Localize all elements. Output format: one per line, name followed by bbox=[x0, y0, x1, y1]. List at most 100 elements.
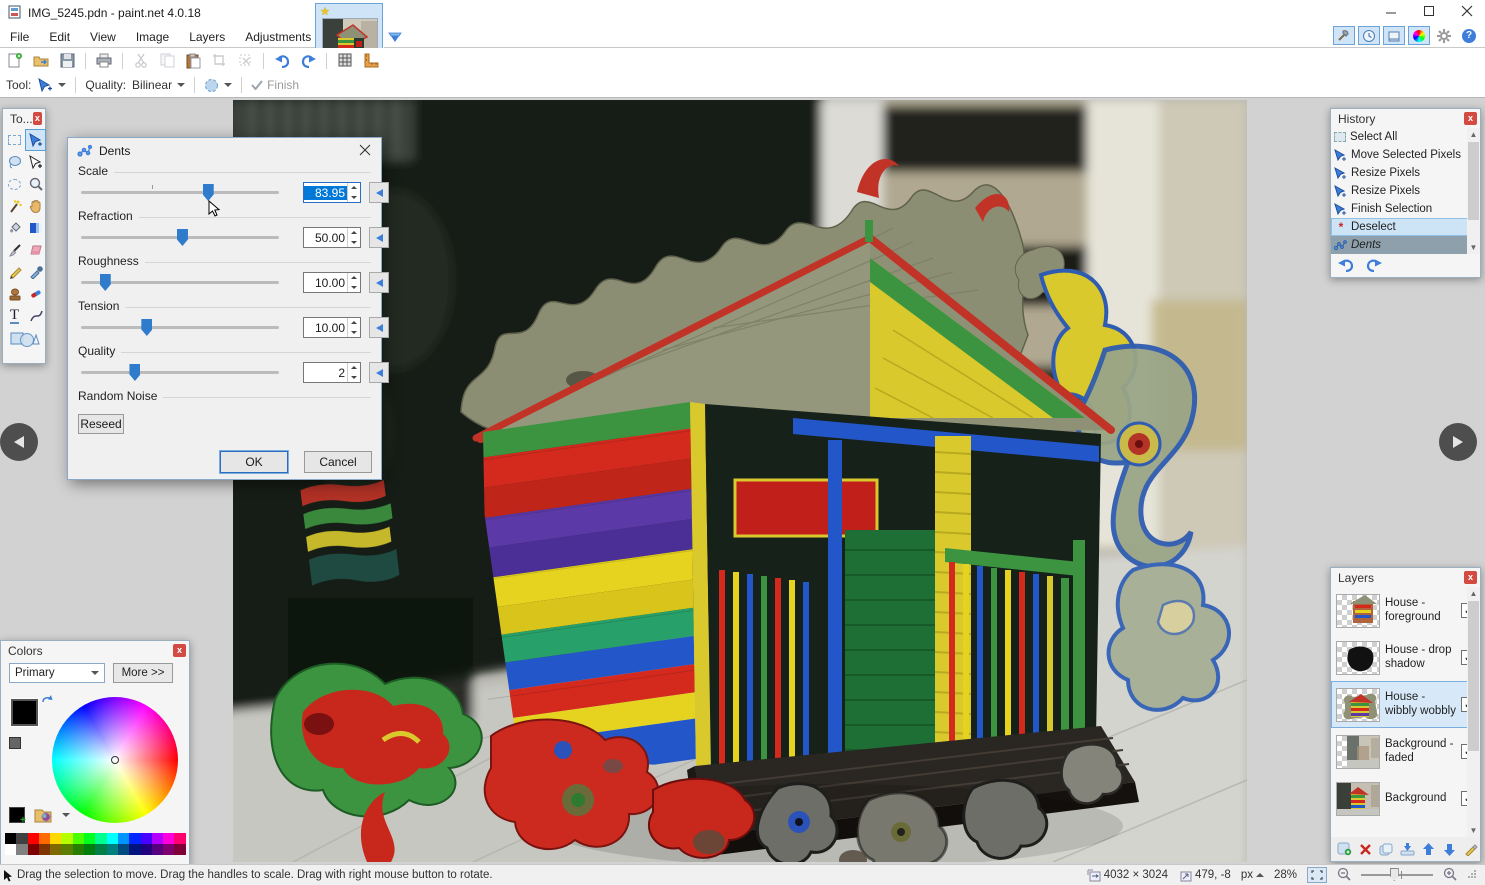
close-button[interactable] bbox=[1461, 4, 1473, 22]
palette-swatch[interactable] bbox=[5, 844, 16, 855]
tool-zoom[interactable] bbox=[25, 173, 46, 195]
tension-reset-button[interactable] bbox=[369, 317, 389, 338]
layer-row-house-drop-shadow[interactable]: House - drop shadow ✓ bbox=[1331, 634, 1480, 681]
tool-move-selection[interactable] bbox=[25, 151, 46, 173]
tool-paintbrush[interactable] bbox=[4, 239, 25, 261]
help-icon[interactable]: ? bbox=[1458, 26, 1480, 45]
palette-swatch[interactable] bbox=[61, 833, 72, 844]
layer-row-background-faded[interactable]: Background - faded ✓ bbox=[1331, 728, 1480, 775]
palette-swatch[interactable] bbox=[129, 833, 140, 844]
reseed-button[interactable]: Reseed bbox=[78, 414, 124, 434]
primary-color-swatch[interactable] bbox=[11, 699, 38, 726]
maximize-button[interactable] bbox=[1423, 4, 1435, 22]
layers-close-icon[interactable]: x bbox=[1464, 571, 1477, 584]
tool-lasso-select[interactable] bbox=[4, 151, 25, 173]
add-layer-icon[interactable] bbox=[1336, 841, 1353, 858]
color-mode-select[interactable]: Primary bbox=[9, 663, 105, 683]
history-item[interactable]: Select All bbox=[1331, 128, 1480, 146]
finish-button[interactable]: Finish bbox=[251, 78, 299, 92]
save-icon[interactable] bbox=[56, 51, 78, 71]
palette-swatch[interactable] bbox=[118, 844, 129, 855]
palette-swatch[interactable] bbox=[28, 844, 39, 855]
new-icon[interactable] bbox=[4, 51, 26, 71]
layer-row-background[interactable]: Background ✓ bbox=[1331, 775, 1480, 822]
tool-clone-stamp[interactable] bbox=[4, 283, 25, 305]
tool-text[interactable]: T bbox=[4, 305, 25, 327]
print-icon[interactable] bbox=[93, 51, 115, 71]
crop-to-selection-icon[interactable] bbox=[208, 51, 230, 71]
cut-icon[interactable] bbox=[130, 51, 152, 71]
zoom-fit-button[interactable] bbox=[1307, 867, 1327, 883]
layer-row-house-wibbly-wobbly[interactable]: House - wibbly wobbly ✓ bbox=[1331, 681, 1480, 728]
pixel-grid-icon[interactable] bbox=[334, 51, 356, 71]
cancel-button[interactable]: Cancel bbox=[304, 451, 372, 473]
menu-image[interactable]: Image bbox=[126, 27, 179, 47]
palette-swatch[interactable] bbox=[28, 833, 39, 844]
canvas-image[interactable] bbox=[233, 100, 1247, 862]
copy-icon[interactable] bbox=[156, 51, 178, 71]
color-wheel[interactable] bbox=[52, 697, 178, 823]
roughness-slider[interactable] bbox=[81, 281, 279, 284]
move-layer-down-icon[interactable] bbox=[1441, 841, 1458, 858]
zoom-slider[interactable] bbox=[1361, 874, 1433, 876]
palette-swatch[interactable] bbox=[16, 833, 27, 844]
palette-swatch[interactable] bbox=[174, 833, 185, 844]
scroll-down-icon[interactable]: ▼ bbox=[1467, 824, 1480, 837]
colors-close-icon[interactable]: x bbox=[173, 644, 186, 657]
zoom-out-icon[interactable] bbox=[1337, 867, 1351, 884]
quality-reset-button[interactable] bbox=[369, 362, 389, 383]
resize-grip-icon[interactable] bbox=[1467, 869, 1477, 882]
minimize-button[interactable] bbox=[1385, 4, 1397, 22]
undo-icon[interactable] bbox=[271, 51, 293, 71]
refraction-spinner[interactable] bbox=[347, 228, 360, 247]
palette-swatch[interactable] bbox=[174, 844, 185, 855]
menu-adjustments[interactable]: Adjustments bbox=[235, 27, 321, 47]
history-item-dents[interactable]: Dents bbox=[1331, 236, 1480, 254]
tool-color-picker[interactable] bbox=[25, 261, 46, 283]
tool-rectangle-select[interactable] bbox=[4, 129, 25, 151]
layers-scrollbar[interactable]: ▲ ▼ bbox=[1467, 587, 1480, 837]
palette-swatch[interactable] bbox=[5, 833, 16, 844]
settings-gear-icon[interactable] bbox=[1433, 26, 1455, 45]
dents-dialog-titlebar[interactable]: Dents bbox=[68, 138, 381, 164]
palette-swatch[interactable] bbox=[129, 844, 140, 855]
tool-pencil[interactable] bbox=[4, 261, 25, 283]
palette-swatch[interactable] bbox=[107, 833, 118, 844]
layer-properties-icon[interactable] bbox=[1462, 841, 1479, 858]
history-item[interactable]: Move Selected Pixels bbox=[1331, 146, 1480, 164]
scale-slider[interactable] bbox=[81, 191, 279, 194]
units-select[interactable]: px bbox=[1241, 869, 1264, 881]
tool-move-selected-pixels[interactable] bbox=[25, 129, 46, 151]
palette-swatch[interactable] bbox=[95, 844, 106, 855]
history-close-icon[interactable]: x bbox=[1464, 112, 1477, 125]
redo-icon[interactable] bbox=[1365, 258, 1383, 272]
history-item-deselect[interactable]: *Deselect bbox=[1331, 218, 1480, 236]
delete-layer-icon[interactable] bbox=[1357, 841, 1374, 858]
image-list-icon[interactable] bbox=[388, 30, 402, 48]
scroll-up-icon[interactable]: ▲ bbox=[1467, 128, 1480, 141]
palette-swatch[interactable] bbox=[16, 844, 27, 855]
refraction-reset-button[interactable] bbox=[369, 227, 389, 248]
tool-pan[interactable] bbox=[25, 195, 46, 217]
quality-select[interactable]: Bilinear bbox=[132, 78, 185, 92]
palette-swatch[interactable] bbox=[163, 833, 174, 844]
tool-shapes[interactable] bbox=[4, 327, 46, 349]
scale-reset-button[interactable] bbox=[369, 182, 389, 203]
paste-icon[interactable] bbox=[182, 51, 204, 71]
history-scrollbar[interactable]: ▲ ▼ bbox=[1467, 128, 1480, 254]
palette-swatch[interactable] bbox=[152, 833, 163, 844]
tool-eraser[interactable] bbox=[25, 239, 46, 261]
tension-slider[interactable] bbox=[81, 326, 279, 329]
refraction-slider[interactable] bbox=[81, 236, 279, 239]
rulers-icon[interactable] bbox=[360, 51, 382, 71]
mini-swatch-icon[interactable] bbox=[9, 737, 21, 749]
palette-swatch[interactable] bbox=[152, 844, 163, 855]
tool-paint-bucket[interactable] bbox=[4, 217, 25, 239]
palette-swatch[interactable] bbox=[73, 844, 84, 855]
redo-icon[interactable] bbox=[297, 51, 319, 71]
undo-icon[interactable] bbox=[1337, 258, 1355, 272]
roughness-reset-button[interactable] bbox=[369, 272, 389, 293]
dialog-close-icon[interactable] bbox=[359, 144, 371, 159]
scale-value-box[interactable]: 83.95 bbox=[303, 182, 361, 203]
palette-manager-icon[interactable] bbox=[33, 807, 53, 827]
